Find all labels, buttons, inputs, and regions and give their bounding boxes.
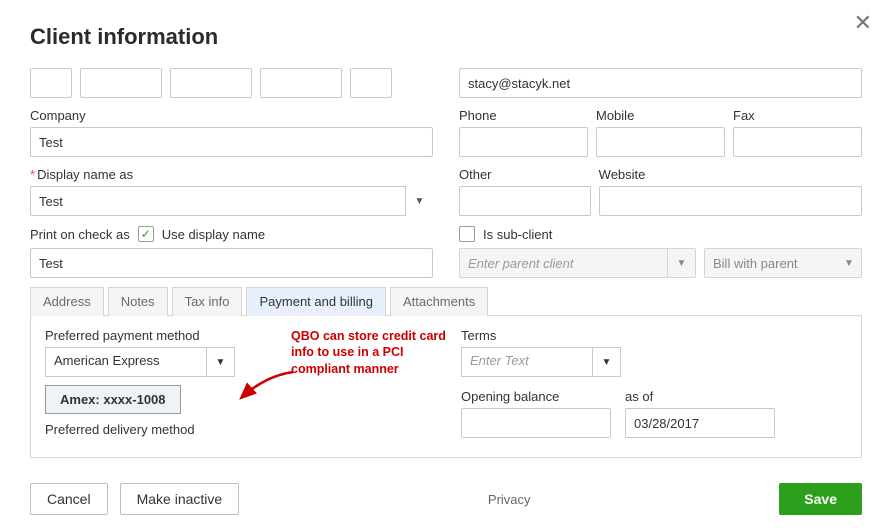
- opening-balance-label: Opening balance: [461, 389, 611, 404]
- tab-payment-billing[interactable]: Payment and billing: [246, 287, 385, 316]
- chevron-down-icon[interactable]: ▼: [667, 249, 695, 277]
- tab-tax-info[interactable]: Tax info: [172, 287, 243, 316]
- name-suffix-input[interactable]: [350, 68, 392, 98]
- preferred-payment-method-value: American Express: [46, 348, 206, 376]
- print-on-check-label: Print on check as: [30, 227, 130, 242]
- parent-client-placeholder: Enter parent client: [468, 256, 574, 271]
- company-input[interactable]: [30, 127, 433, 157]
- email-input[interactable]: [459, 68, 862, 98]
- as-of-date-input[interactable]: [625, 408, 775, 438]
- bill-with-parent-label: Bill with parent: [713, 256, 798, 271]
- annotation-arrow-icon: [235, 368, 297, 406]
- print-on-check-input: [30, 248, 433, 278]
- is-sub-client-checkbox[interactable]: ✓: [459, 226, 475, 242]
- footer: Cancel Make inactive Privacy Save: [30, 483, 862, 515]
- name-first-input[interactable]: [80, 68, 162, 98]
- preferred-payment-method-select[interactable]: American Express ▼: [45, 347, 235, 377]
- mobile-label: Mobile: [596, 108, 725, 123]
- stored-card-button[interactable]: Amex: xxxx-1008: [45, 385, 181, 414]
- tab-notes[interactable]: Notes: [108, 287, 168, 316]
- name-last-input[interactable]: [260, 68, 342, 98]
- annotation-text: QBO can store credit card info to use in…: [291, 328, 461, 377]
- as-of-label: as of: [625, 389, 775, 404]
- name-title-input[interactable]: [30, 68, 72, 98]
- cancel-button[interactable]: Cancel: [30, 483, 108, 515]
- mobile-input[interactable]: [596, 127, 725, 157]
- chevron-down-icon[interactable]: ▼: [592, 348, 620, 376]
- company-label: Company: [30, 108, 433, 123]
- phone-label: Phone: [459, 108, 588, 123]
- terms-select[interactable]: Enter Text ▼: [461, 347, 621, 377]
- display-name-select[interactable]: [30, 186, 433, 216]
- chevron-down-icon[interactable]: ▼: [837, 249, 861, 277]
- opening-balance-input[interactable]: [461, 408, 611, 438]
- use-display-name-label: Use display name: [162, 227, 265, 242]
- tab-address[interactable]: Address: [30, 287, 104, 316]
- chevron-down-icon[interactable]: ▼: [206, 348, 234, 376]
- chevron-down-icon[interactable]: ▼: [405, 186, 433, 216]
- name-middle-input[interactable]: [170, 68, 252, 98]
- fax-label: Fax: [733, 108, 862, 123]
- tab-panel-payment: Preferred payment method American Expres…: [30, 316, 862, 458]
- phone-input[interactable]: [459, 127, 588, 157]
- terms-label: Terms: [461, 328, 847, 343]
- make-inactive-button[interactable]: Make inactive: [120, 483, 240, 515]
- display-name-label: Display name as: [30, 167, 433, 182]
- close-icon[interactable]: ✕: [854, 12, 872, 34]
- is-sub-client-label: Is sub-client: [483, 227, 552, 242]
- tab-attachments[interactable]: Attachments: [390, 287, 488, 316]
- preferred-delivery-method-label: Preferred delivery method: [45, 422, 435, 437]
- parent-client-select[interactable]: Enter parent client ▼: [459, 248, 696, 278]
- right-column: Phone Mobile Fax Other Website ✓: [459, 68, 862, 278]
- tab-bar: Address Notes Tax info Payment and billi…: [30, 286, 862, 316]
- use-display-name-checkbox[interactable]: ✓: [138, 226, 154, 242]
- left-column: Company Display name as ▼ Print on check…: [30, 68, 433, 278]
- privacy-link[interactable]: Privacy: [239, 492, 779, 507]
- save-button[interactable]: Save: [779, 483, 862, 515]
- terms-placeholder: Enter Text: [462, 348, 592, 376]
- fax-input[interactable]: [733, 127, 862, 157]
- website-input[interactable]: [599, 186, 862, 216]
- other-input[interactable]: [459, 186, 591, 216]
- bill-with-parent-select[interactable]: Bill with parent ▼: [704, 248, 862, 278]
- page-title: Client information: [30, 24, 862, 50]
- website-label: Website: [599, 167, 862, 182]
- other-label: Other: [459, 167, 591, 182]
